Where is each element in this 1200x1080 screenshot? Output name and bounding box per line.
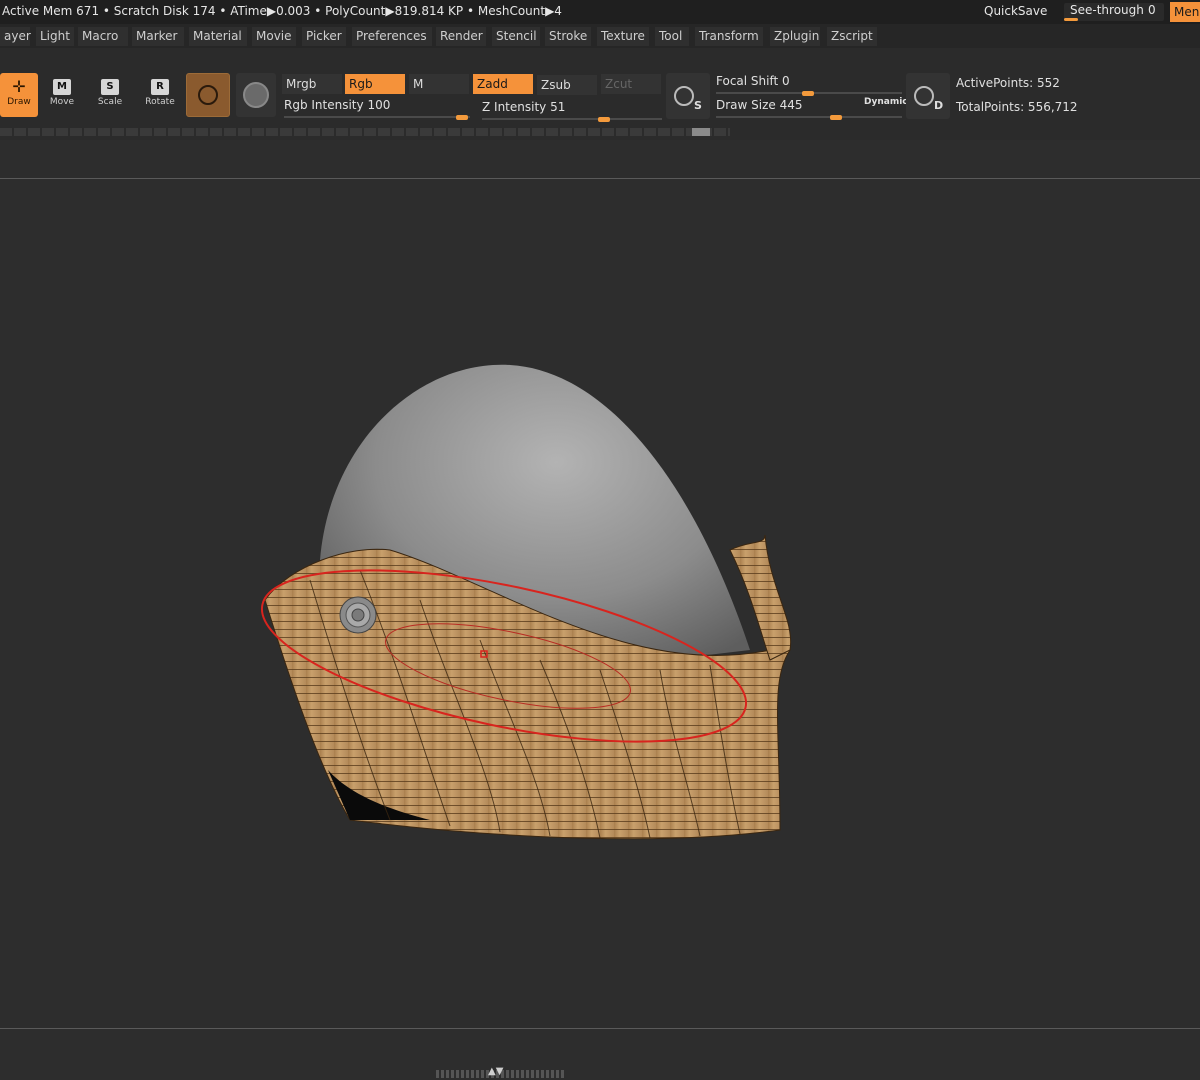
z-intensity-track <box>482 118 662 120</box>
progress-thumb[interactable] <box>692 128 710 136</box>
see-through-knob[interactable] <box>1064 18 1078 21</box>
target-ring-icon <box>914 86 934 106</box>
lazy-mouse-d-button[interactable]: D <box>906 73 950 119</box>
menu-item-light[interactable]: Light <box>36 27 74 46</box>
canvas-bottom-border <box>0 1028 1200 1029</box>
total-points-readout: TotalPoints: 556,712 <box>956 100 1078 114</box>
draw-button[interactable]: ✛ Draw <box>0 73 38 117</box>
brush-icon <box>198 85 218 105</box>
active-points-readout: ActivePoints: 552 <box>956 76 1060 90</box>
menu-item-stroke[interactable]: Stroke <box>545 27 591 46</box>
quicksave-button[interactable]: QuickSave <box>984 4 1047 18</box>
draw-crosshair-icon: ✛ <box>12 77 26 96</box>
draw-size-track <box>716 116 902 118</box>
rgb-intensity-track <box>284 116 470 118</box>
zadd-toggle[interactable]: Zadd <box>473 74 533 94</box>
rotate-button[interactable]: R Rotate <box>138 73 182 117</box>
move-label: Move <box>49 97 75 107</box>
focal-shift-value: 0 <box>782 74 790 88</box>
dynamic-toggle[interactable]: Dynamic <box>864 97 908 107</box>
see-through-value: 0 <box>1148 3 1156 17</box>
menus-button[interactable]: Men <box>1170 2 1200 22</box>
focal-shift-slider[interactable]: Focal Shift 0 <box>716 72 902 96</box>
zsub-toggle[interactable]: Zsub <box>537 75 597 95</box>
rgb-intensity-label: Rgb Intensity <box>284 98 364 112</box>
rgb-intensity-slider[interactable]: Rgb Intensity 100 <box>284 96 470 120</box>
rgb-toggle[interactable]: Rgb <box>345 74 405 94</box>
z-intensity-knob[interactable] <box>597 117 610 122</box>
z-intensity-label: Z Intensity <box>482 100 547 114</box>
stroke-icon <box>243 82 269 108</box>
d-label: D <box>934 99 944 112</box>
status-bar: Active Mem 671 • Scratch Disk 174 • ATim… <box>0 0 1200 24</box>
scale-icon: S <box>101 79 119 95</box>
lazy-mouse-s-button[interactable]: S <box>666 73 710 119</box>
menu-item-tool[interactable]: Tool <box>655 27 689 46</box>
rotate-icon: R <box>151 79 169 95</box>
progress-strip <box>0 128 730 136</box>
menu-item-ayer[interactable]: ayer <box>0 27 31 46</box>
stroke-selector[interactable] <box>236 73 276 117</box>
menu-item-transform[interactable]: Transform <box>695 27 763 46</box>
menu-item-zplugin[interactable]: Zplugin <box>770 27 820 46</box>
menu-bar: ayer Light Macro Marker Material Movie Picker P… <box>0 24 1200 48</box>
scale-button[interactable]: S Scale <box>88 73 132 117</box>
menu-item-preferences[interactable]: Preferences <box>352 27 432 46</box>
menu-item-macro[interactable]: Macro <box>78 27 128 46</box>
tray-arrows-icon[interactable]: ▲▼ <box>488 1066 503 1077</box>
menu-item-render[interactable]: Render <box>436 27 486 46</box>
menu-item-stencil[interactable]: Stencil <box>492 27 540 46</box>
move-icon: M <box>53 79 71 95</box>
rotate-label: Rotate <box>145 97 175 107</box>
helmet-model[interactable] <box>250 350 810 850</box>
target-ring-icon <box>674 86 694 106</box>
helmet-bolt <box>339 596 377 634</box>
s-label: S <box>694 99 702 112</box>
focal-shift-label: Focal Shift <box>716 74 779 88</box>
menu-item-picker[interactable]: Picker <box>302 27 346 46</box>
move-button[interactable]: M Move <box>40 73 84 117</box>
canvas-top-border <box>0 178 1200 179</box>
draw-size-knob[interactable] <box>830 115 842 120</box>
see-through-slider[interactable]: See-through 0 <box>1064 3 1164 21</box>
draw-size-value: 445 <box>779 98 803 112</box>
z-intensity-slider[interactable]: Z Intensity 51 <box>482 98 662 122</box>
rgb-intensity-value: 100 <box>367 98 391 112</box>
draw-size-label: Draw Size <box>716 98 776 112</box>
status-text: Active Mem 671 • Scratch Disk 174 • ATim… <box>2 4 562 18</box>
rgb-intensity-knob[interactable] <box>456 115 468 120</box>
toolbar: ✛ Draw M Move S Scale R Rotate Mrgb Rgb … <box>0 48 1200 140</box>
z-intensity-value: 51 <box>550 100 566 114</box>
brush-selector[interactable] <box>186 73 230 117</box>
m-toggle[interactable]: M <box>409 74 469 94</box>
menu-item-movie[interactable]: Movie <box>252 27 296 46</box>
scale-label: Scale <box>97 97 123 107</box>
zcut-toggle[interactable]: Zcut <box>601 74 661 94</box>
mrgb-toggle[interactable]: Mrgb <box>282 74 342 94</box>
menu-item-material[interactable]: Material <box>189 27 247 46</box>
draw-label: Draw <box>7 97 31 107</box>
see-through-label: See-through <box>1070 3 1144 17</box>
menu-item-marker[interactable]: Marker <box>132 27 184 46</box>
menu-item-zscript[interactable]: Zscript <box>827 27 877 46</box>
menu-item-texture[interactable]: Texture <box>597 27 649 46</box>
